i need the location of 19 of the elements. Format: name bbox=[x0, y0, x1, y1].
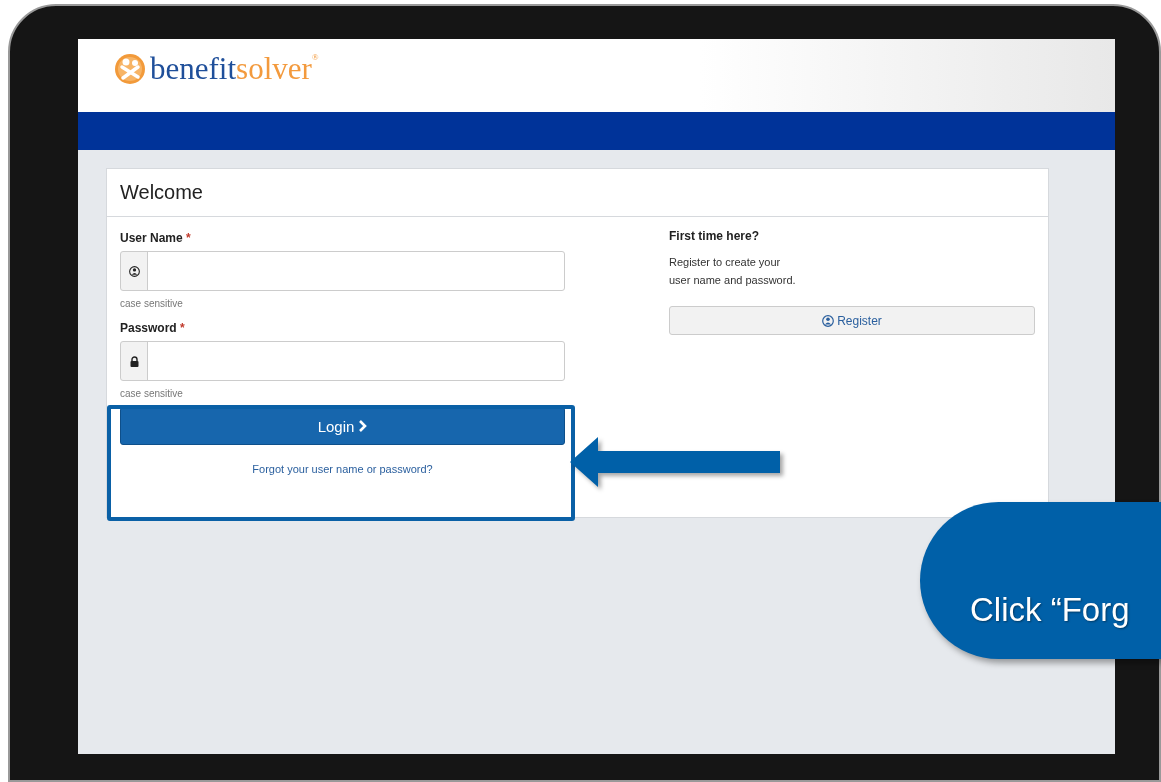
register-button[interactable]: Register bbox=[669, 306, 1035, 335]
register-heading: First time here? bbox=[669, 229, 761, 243]
register-text: Register to create your user name and password. bbox=[669, 255, 797, 288]
user-icon bbox=[822, 314, 835, 327]
username-field[interactable] bbox=[120, 251, 565, 291]
card-title: Welcome bbox=[120, 181, 203, 204]
lock-icon bbox=[129, 355, 139, 367]
chevron-icon bbox=[358, 420, 368, 432]
field-label: Password * bbox=[120, 321, 186, 335]
forgot-link[interactable]: Forgot your user name or password? bbox=[252, 463, 433, 475]
password-field[interactable] bbox=[120, 341, 565, 381]
hint-text: case sensitive bbox=[120, 298, 184, 309]
field-label: User Name * bbox=[120, 231, 192, 245]
user-icon bbox=[128, 265, 140, 277]
logo-icon bbox=[114, 52, 146, 85]
callout-text: Click “Forg bbox=[970, 591, 1130, 629]
logo-wordmark: benefitsolver$^{®}$ bbox=[150, 53, 319, 84]
hint-text: case sensitive bbox=[120, 388, 184, 399]
login-button[interactable]: Login bbox=[120, 407, 565, 445]
